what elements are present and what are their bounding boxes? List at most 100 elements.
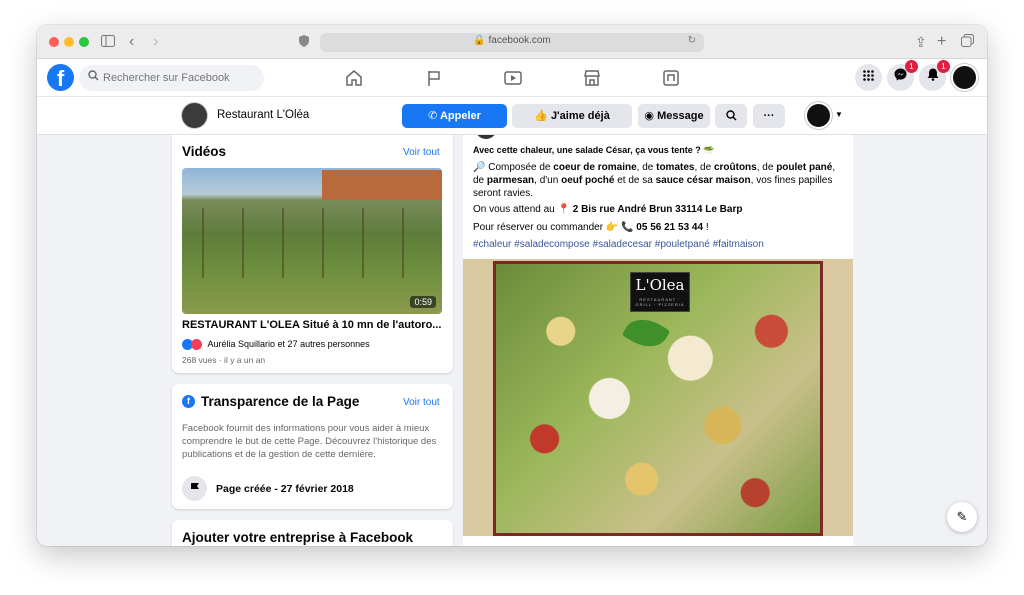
facebook-logo-icon[interactable]: f (47, 64, 74, 91)
share-icon[interactable]: ⇪ (915, 33, 927, 51)
page-header: Restaurant L'Oléa ✆ Appeler 👍 J'aime déj… (37, 97, 987, 135)
video-title[interactable]: RESTAURANT L'OLEA Situé à 10 mn de l'aut… (182, 319, 441, 331)
phone-emoji-icon: 👉 📞 (605, 222, 634, 233)
videos-see-all-link[interactable]: Voir tout (403, 147, 440, 158)
browser-window: ‹ › 🔒 facebook.com ↻ ⇪ + f Rechercher su… (37, 25, 987, 546)
search-icon (88, 70, 99, 84)
phone-icon: ✆ (428, 110, 438, 122)
page-avatar[interactable] (181, 102, 208, 129)
video-duration: 0:59 (410, 296, 436, 308)
thumbs-up-icon: 👍 (534, 110, 548, 122)
zoom-window-button[interactable] (79, 37, 89, 47)
vine-posts (182, 208, 442, 278)
transparency-title: Transparence de la Page (201, 394, 360, 409)
safari-toolbar: ‹ › 🔒 facebook.com ↻ ⇪ + (37, 25, 987, 59)
post-line-1: Avec cette chaleur, une salade César, ça… (473, 144, 843, 157)
message-button[interactable]: ◉ Message (638, 104, 710, 128)
post-line2-d: tomates (656, 162, 695, 173)
url-label: facebook.com (488, 35, 551, 46)
post-line-3: On vous attend au 📍 2 Bis rue André Brun… (473, 203, 843, 216)
grid-icon (863, 70, 874, 81)
restaurant-logo: L'Olea RESTAURANT · GRILL · PIZZERIA (630, 272, 690, 312)
compose-icon: ✎ (956, 509, 968, 524)
video-meta: 268 vues · il y a un an (182, 355, 266, 365)
post-address: 2 Bis rue André Brun 33114 Le Barp (569, 204, 743, 215)
call-label: Appeler (439, 110, 481, 122)
flag-icon (182, 476, 207, 501)
logo-subtext: RESTAURANT · GRILL · PIZZERIA (635, 297, 685, 307)
sidebar-icon[interactable] (101, 33, 115, 51)
reactions-text: Aurélia Squillario et 27 autres personne… (207, 339, 370, 349)
privacy-shield-icon[interactable] (299, 33, 309, 51)
marketplace-icon[interactable] (582, 68, 602, 88)
post-line2-b: coeur de romaine (553, 162, 637, 173)
bell-icon (927, 68, 938, 81)
magnifier-emoji-icon: 🔎 (473, 162, 486, 173)
post-author-avatar[interactable] (475, 135, 497, 139)
profile-avatar[interactable] (951, 64, 978, 91)
post-line2-m: et de sa (614, 175, 656, 186)
like-label: J'aime déjà (550, 110, 610, 122)
minimize-window-button[interactable] (64, 37, 74, 47)
video-thumbnail[interactable]: 0:59 (182, 168, 442, 314)
watch-icon[interactable] (503, 68, 523, 88)
post-line2-e: , de (694, 162, 714, 173)
notifications-button[interactable]: 1 (919, 60, 950, 91)
post-line2-g: , de (756, 162, 777, 173)
post-line2-f: croûtons (713, 162, 757, 173)
close-window-button[interactable] (49, 37, 59, 47)
search-icon (725, 110, 736, 121)
url-text: 🔒 facebook.com (320, 35, 704, 46)
post-line2-a: Composée de (485, 162, 554, 173)
like-button[interactable]: 👍 J'aime déjà (512, 104, 632, 128)
post-line2-l: oeuf poché (561, 175, 615, 186)
address-bar[interactable]: 🔒 facebook.com ↻ (320, 33, 704, 52)
notifications-badge: 1 (937, 60, 950, 73)
videos-card: Vidéos Voir tout 0:59 RESTAURANT L'OLEA … (172, 135, 453, 373)
basil-leaf (621, 310, 671, 356)
info-icon: f (182, 395, 195, 408)
video-reactions[interactable]: Aurélia Squillario et 27 autres personne… (182, 339, 370, 351)
more-options-button[interactable]: ··· (753, 104, 785, 128)
new-tab-icon[interactable]: + (937, 33, 946, 51)
add-business-card: Ajouter votre entreprise à Facebook (172, 520, 453, 546)
post-line4-a: Pour réserver ou commander (473, 222, 606, 233)
message-label: Message (657, 110, 704, 122)
gaming-icon[interactable] (661, 68, 681, 88)
call-button[interactable]: ✆ Appeler (402, 104, 507, 128)
home-icon[interactable] (344, 68, 364, 88)
salad-emoji-icon: 🥗 (703, 145, 715, 155)
messenger-icon: ◉ (644, 110, 655, 122)
menu-grid-button[interactable] (855, 64, 882, 91)
back-icon[interactable]: ‹ (129, 33, 134, 51)
post-photo[interactable]: L'Olea RESTAURANT · GRILL · PIZZERIA (463, 259, 853, 536)
post-card: Avec cette chaleur, une salade César, ça… (463, 135, 853, 546)
post-line2-h: poulet pané (776, 162, 833, 173)
post-line2-n: sauce césar maison (655, 175, 751, 186)
transparency-see-all-link[interactable]: Voir tout (403, 397, 440, 408)
love-reaction-icon (191, 339, 202, 351)
add-business-title[interactable]: Ajouter votre entreprise à Facebook (182, 530, 413, 545)
post-hashtags[interactable]: #chaleur #saladecompose #saladecesar #po… (473, 238, 843, 251)
chevron-down-icon[interactable]: ▼ (835, 110, 843, 119)
post-line2-j: parmesan (486, 175, 535, 186)
forward-icon[interactable]: › (153, 33, 158, 51)
facebook-navbar: f 1 1 (37, 59, 987, 97)
page-switcher-avatar[interactable] (805, 102, 832, 129)
logo-text: L'Olea (635, 276, 685, 294)
search-page-button[interactable] (715, 104, 747, 128)
page-name[interactable]: Restaurant L'Oléa (217, 109, 309, 121)
more-icon: ··· (763, 110, 775, 122)
new-message-button[interactable]: ✎ (947, 502, 977, 532)
messenger-button[interactable]: 1 (887, 60, 918, 91)
post-line2-c: , de (636, 162, 657, 173)
tab-overview-icon[interactable] (961, 33, 974, 51)
pages-flag-icon[interactable] (424, 68, 444, 88)
page-created-date: Page créée - 27 février 2018 (216, 483, 354, 495)
search-box[interactable] (79, 65, 264, 91)
post-line2-k: , d'un (534, 175, 562, 186)
post-line1-text: Avec cette chaleur, une salade César, ça… (473, 145, 704, 155)
search-input[interactable] (103, 69, 258, 87)
reload-icon[interactable]: ↻ (688, 35, 696, 46)
transparency-card: f Transparence de la Page Voir tout Face… (172, 384, 453, 509)
